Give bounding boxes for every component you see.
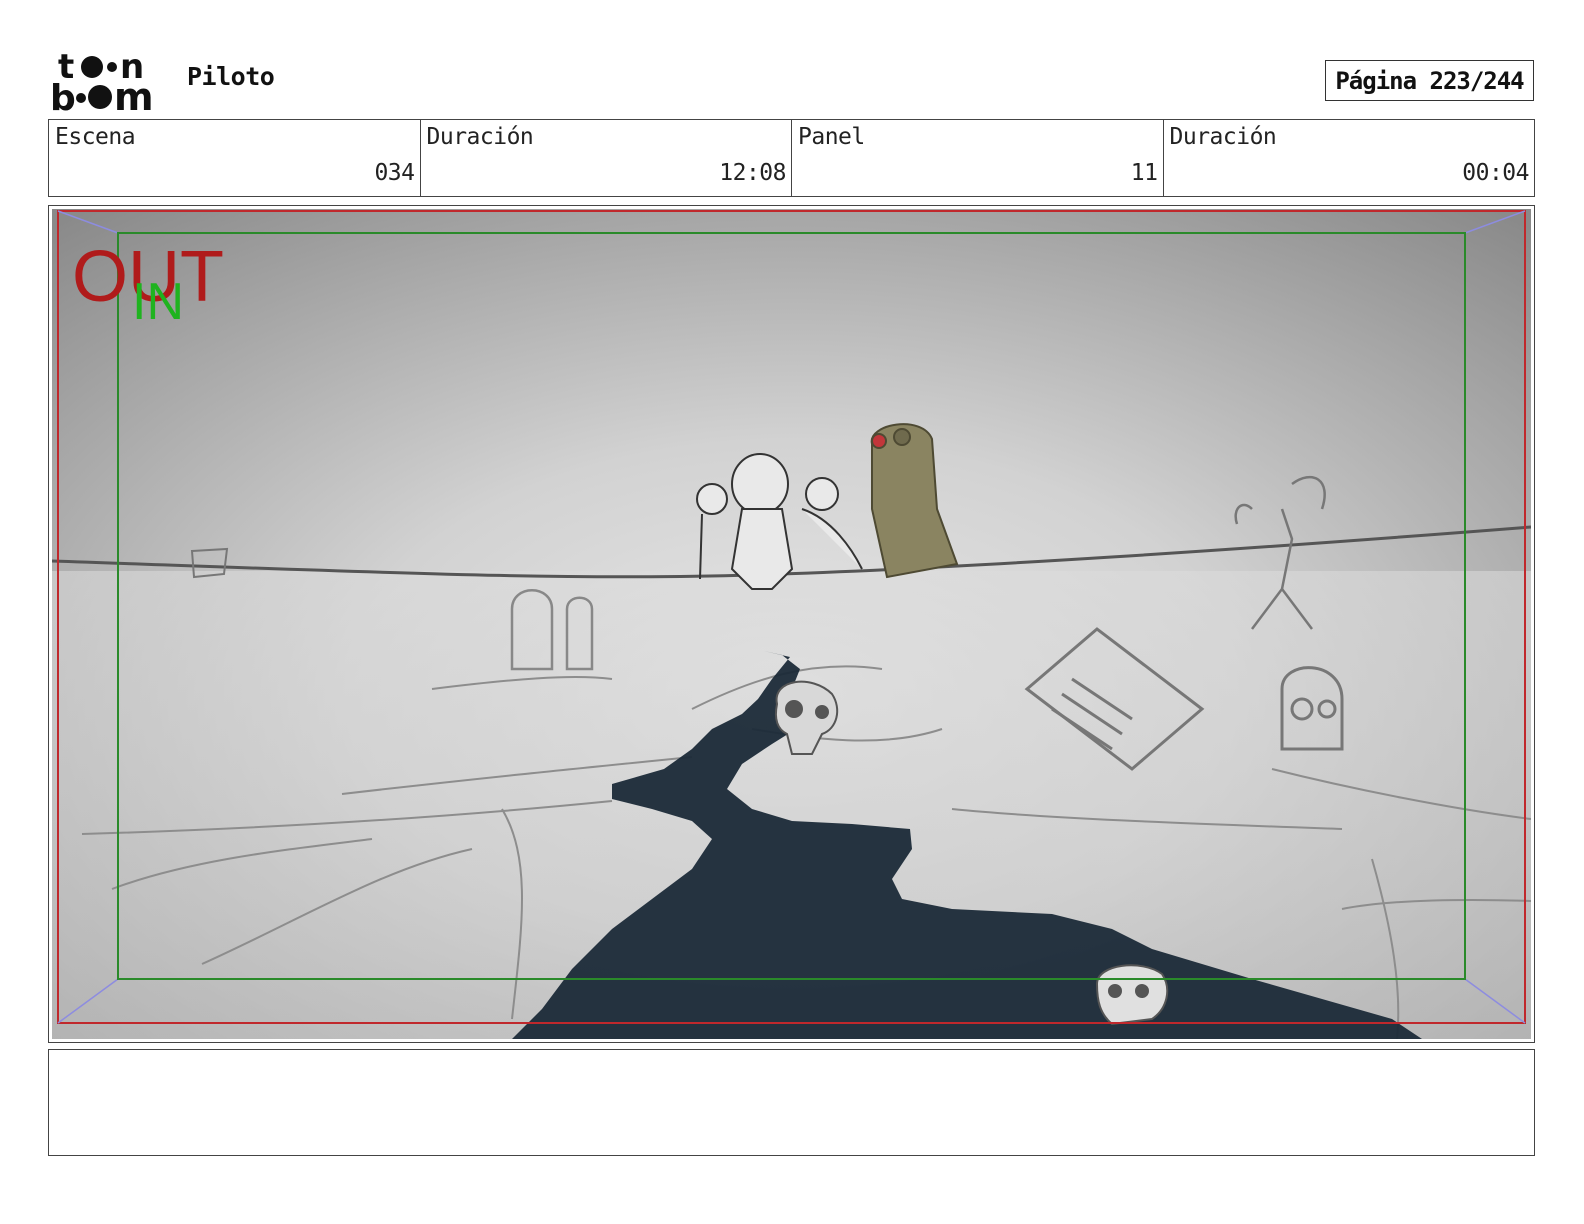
scene-value: 034: [374, 160, 415, 186]
scene-duration-cell: Duración 12:08: [421, 120, 792, 196]
panel-notes-box: [48, 1049, 1535, 1156]
panel-duration-label: Duración: [1169, 124, 1277, 150]
svg-text:b: b: [50, 78, 76, 114]
panel-value: 11: [1130, 160, 1158, 186]
scene-label: Escena: [55, 124, 136, 150]
project-title: Piloto: [187, 62, 275, 91]
panel-label: Panel: [798, 124, 865, 150]
scene-cell: Escena 034: [49, 120, 421, 196]
skull-drawing-river: [1095, 964, 1169, 1026]
scene-info-table: Escena 034 Duración 12:08 Panel 11 Durac…: [48, 119, 1535, 197]
panel-duration-value: 00:04: [1462, 160, 1529, 186]
in-marker-label: IN: [132, 273, 184, 331]
panel-cell: Panel 11: [792, 120, 1164, 196]
scene-duration-value: 12:08: [719, 160, 786, 186]
storyboard-panel-drawing: OUT IN: [52, 209, 1531, 1039]
toon-boom-logo: t n b m: [50, 48, 154, 114]
svg-text:m: m: [114, 75, 154, 114]
page-number: Página 223/244: [1325, 60, 1534, 101]
panel-duration-cell: Duración 00:04: [1164, 120, 1535, 196]
scene-duration-label: Duración: [426, 124, 534, 150]
